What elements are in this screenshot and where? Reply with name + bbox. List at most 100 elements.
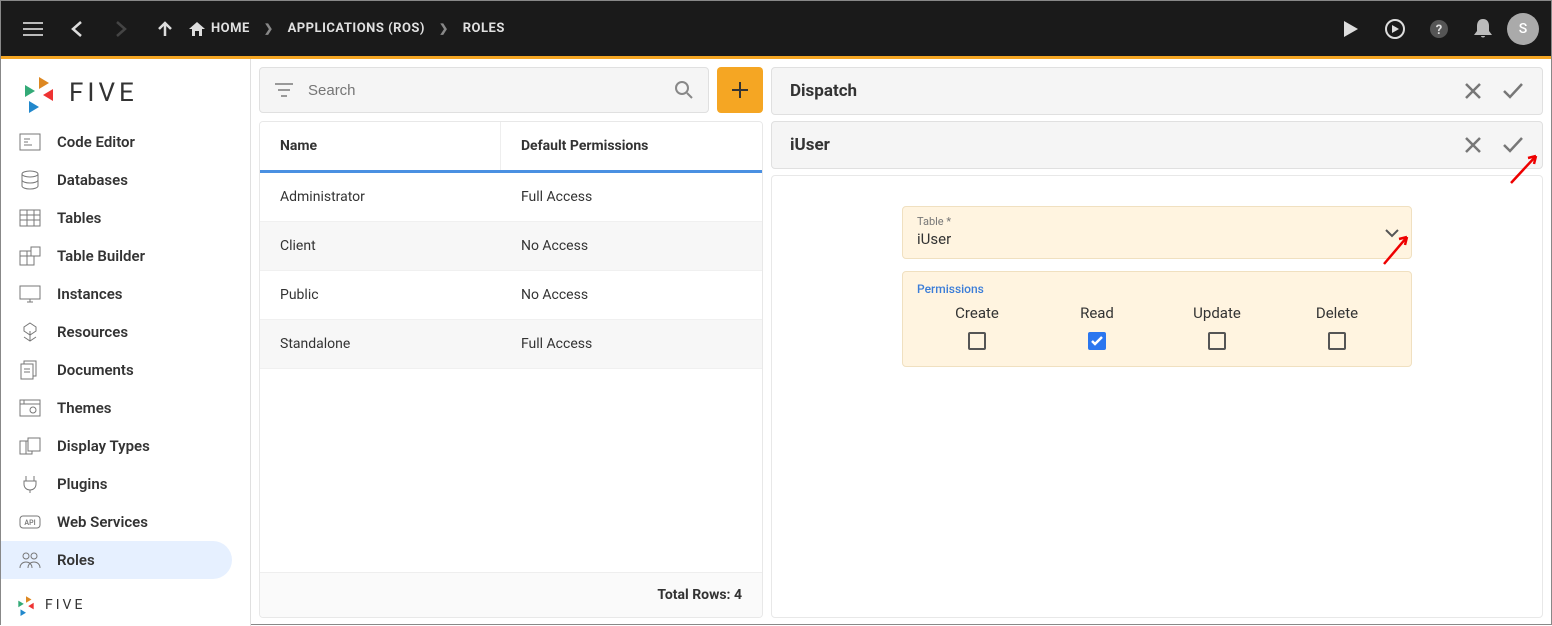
- sidebar-item-tables[interactable]: Tables: [1, 199, 232, 237]
- brand-name: FIVE: [69, 78, 138, 108]
- permission-label: Update: [1193, 304, 1241, 322]
- chevron-down-icon[interactable]: [1385, 228, 1399, 238]
- sidebar-item-tools[interactable]: Tools: [1, 579, 232, 584]
- sidebar-item-themes[interactable]: Themes: [1, 389, 232, 427]
- permissions-fieldset: Permissions CreateReadUpdateDelete: [902, 271, 1412, 367]
- close-icon[interactable]: [1454, 72, 1492, 110]
- sidebar-item-label: Plugins: [57, 475, 107, 493]
- cell-name: Administrator: [260, 173, 501, 221]
- column-header-name[interactable]: Name: [260, 122, 501, 170]
- cell-name: Client: [260, 222, 501, 270]
- help-icon[interactable]: ?: [1419, 9, 1459, 49]
- avatar[interactable]: S: [1507, 13, 1539, 45]
- checkbox-read[interactable]: [1088, 332, 1106, 350]
- sidebar-item-resources[interactable]: Resources: [1, 313, 232, 351]
- sidebar-item-label: Resources: [57, 323, 128, 341]
- permission-label: Delete: [1316, 304, 1358, 322]
- deploy-icon[interactable]: [1375, 9, 1415, 49]
- chevron-right-icon: ❯: [431, 22, 457, 35]
- back-icon[interactable]: [57, 9, 97, 49]
- filter-icon[interactable]: [268, 74, 300, 106]
- sidebar-item-label: Instances: [57, 285, 123, 303]
- sidebar-item-label: Display Types: [57, 437, 150, 455]
- permissions-legend: Permissions: [917, 282, 1397, 296]
- sidebar-item-code-editor[interactable]: Code Editor: [1, 123, 232, 161]
- field-value: iUser: [917, 228, 1397, 248]
- checkbox-delete[interactable]: [1328, 332, 1346, 350]
- permission-delete: Delete: [1277, 304, 1397, 350]
- notifications-icon[interactable]: [1463, 9, 1503, 49]
- instances-icon: [17, 283, 43, 305]
- sidebar-item-label: Web Services: [57, 513, 148, 531]
- sidebar-item-label: Code Editor: [57, 133, 135, 151]
- sidebar-item-table-builder[interactable]: Table Builder: [1, 237, 232, 275]
- chevron-right-icon: ❯: [256, 22, 282, 35]
- table-row[interactable]: StandaloneFull Access: [260, 320, 762, 369]
- sidebar-item-roles[interactable]: Roles: [1, 541, 232, 579]
- menu-icon[interactable]: [13, 9, 53, 49]
- cell-perm: No Access: [501, 271, 762, 319]
- panel-body: Table * iUser Permissions CreateReadUpda…: [771, 175, 1543, 618]
- sidebar-item-label: Themes: [57, 399, 111, 417]
- search-input[interactable]: [300, 82, 668, 99]
- sidebar-item-instances[interactable]: Instances: [1, 275, 232, 313]
- cell-perm: No Access: [501, 222, 762, 270]
- forward-icon: [101, 9, 141, 49]
- permission-update: Update: [1157, 304, 1277, 350]
- brand-logo: FIVE: [1, 59, 250, 123]
- table-select-field[interactable]: Table * iUser: [902, 206, 1412, 259]
- center-column: Name Default Permissions AdministratorFu…: [251, 59, 771, 626]
- code-editor-icon: [17, 131, 43, 153]
- sidebar-item-display-types[interactable]: Display Types: [1, 427, 232, 465]
- breadcrumb-home[interactable]: HOME: [189, 21, 250, 36]
- sidebar-footer-logo: FIVE: [1, 584, 250, 626]
- up-icon[interactable]: [145, 9, 185, 49]
- svg-text:API: API: [24, 519, 35, 527]
- top-bar: HOME ❯ APPLICATIONS (ROS) ❯ ROLES ? S: [1, 1, 1551, 56]
- plugins-icon: [17, 473, 43, 495]
- breadcrumb-apps[interactable]: APPLICATIONS (ROS): [288, 21, 425, 36]
- run-icon[interactable]: [1331, 9, 1371, 49]
- confirm-icon[interactable]: [1494, 72, 1532, 110]
- five-logo-icon: [15, 594, 37, 616]
- avatar-initial: S: [1519, 21, 1527, 37]
- roles-table: Name Default Permissions AdministratorFu…: [259, 121, 763, 618]
- confirm-icon[interactable]: [1494, 126, 1532, 164]
- sidebar-item-web-services[interactable]: API Web Services: [1, 503, 232, 541]
- breadcrumb: HOME ❯ APPLICATIONS (ROS) ❯ ROLES: [189, 21, 505, 36]
- table-builder-icon: [17, 245, 43, 267]
- table-row[interactable]: PublicNo Access: [260, 271, 762, 320]
- add-button[interactable]: [717, 67, 763, 113]
- sidebar-item-label: Tables: [57, 209, 101, 227]
- close-icon[interactable]: [1454, 126, 1492, 164]
- sidebar-item-documents[interactable]: Documents: [1, 351, 232, 389]
- plus-icon: [731, 81, 749, 99]
- cell-perm: Full Access: [501, 320, 762, 368]
- display-types-icon: [17, 435, 43, 457]
- column-header-perm[interactable]: Default Permissions: [501, 122, 762, 170]
- documents-icon: [17, 359, 43, 381]
- roles-icon: [17, 549, 43, 571]
- table-row[interactable]: AdministratorFull Access: [260, 173, 762, 222]
- sidebar-item-plugins[interactable]: Plugins: [1, 465, 232, 503]
- breadcrumb-roles[interactable]: ROLES: [463, 21, 505, 36]
- database-icon: [17, 169, 43, 191]
- tables-icon: [17, 207, 43, 229]
- cell-perm: Full Access: [501, 173, 762, 221]
- panel-title: iUser: [790, 135, 1454, 155]
- panel-header-iuser: iUser: [771, 121, 1543, 169]
- checkbox-create[interactable]: [968, 332, 986, 350]
- sidebar-item-label: Roles: [57, 551, 95, 569]
- search-icon[interactable]: [668, 74, 700, 106]
- permission-label: Read: [1080, 304, 1114, 322]
- field-label: Table *: [917, 215, 1397, 228]
- checkbox-update[interactable]: [1208, 332, 1226, 350]
- themes-icon: [17, 397, 43, 419]
- cell-name: Public: [260, 271, 501, 319]
- search-box: [259, 67, 709, 113]
- permission-read: Read: [1037, 304, 1157, 350]
- sidebar-item-databases[interactable]: Databases: [1, 161, 232, 199]
- web-services-icon: API: [17, 511, 43, 533]
- table-row[interactable]: ClientNo Access: [260, 222, 762, 271]
- sidebar: FIVE Code Editor Databases Tables Table Bui…: [1, 59, 251, 626]
